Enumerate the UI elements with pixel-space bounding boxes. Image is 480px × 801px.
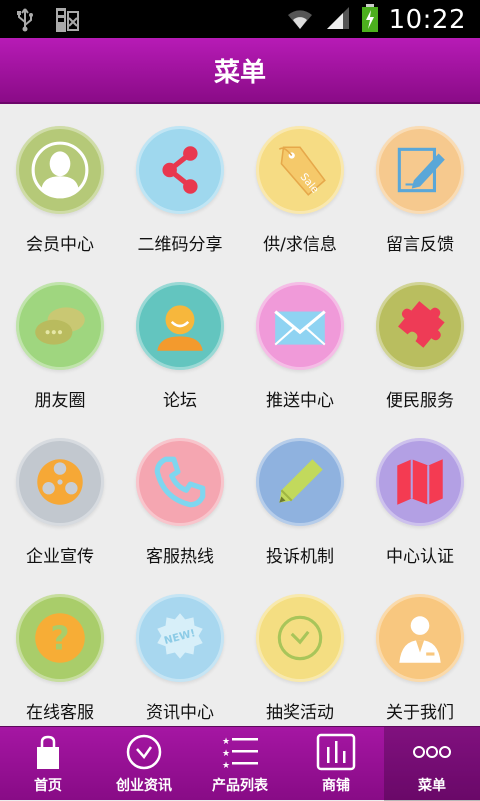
menu-item-supply-demand[interactable]: Sale 供/求信息 [240, 104, 360, 260]
menu-label: 投诉机制 [266, 547, 334, 567]
more-dots-icon [413, 746, 451, 758]
menu-item-convenience-service[interactable]: 便民服务 [360, 260, 480, 416]
menu-icon-circle [256, 282, 344, 370]
title-bar: 菜单 [0, 38, 480, 104]
bottom-tab-bar: 首页 创业资讯 ★ ★ ★ 产品列表 商铺 菜单 [0, 726, 480, 801]
shopping-bag-icon [37, 735, 59, 769]
chat-bubbles-icon [35, 307, 85, 345]
menu-label: 朋友圈 [34, 391, 86, 411]
help-icon: ? [35, 613, 85, 663]
menu-label: 论坛 [163, 391, 197, 411]
menu-icon-circle [16, 126, 104, 214]
svg-text:★: ★ [222, 737, 230, 747]
tab-label: 菜单 [418, 778, 446, 794]
menu-label: 推送中心 [266, 391, 334, 411]
status-bar: 10:22 [0, 0, 480, 38]
menu-label: 供/求信息 [263, 235, 337, 255]
puzzle-icon [398, 301, 445, 348]
envelope-icon [274, 310, 326, 346]
tab-product-list[interactable]: ★ ★ ★ 产品列表 [192, 727, 288, 801]
menu-label: 客服热线 [146, 547, 214, 567]
menu-item-news-center[interactable]: NEW! 资讯中心 [120, 572, 240, 728]
edit-note-icon [397, 147, 445, 193]
user-icon [31, 141, 89, 199]
menu-item-member-center[interactable]: 会员中心 [0, 104, 120, 260]
menu-icon-circle [256, 438, 344, 526]
svg-text:?: ? [50, 618, 69, 657]
menu-item-complaint[interactable]: 投诉机制 [240, 416, 360, 572]
tab-label: 首页 [34, 778, 62, 794]
menu-label: 关于我们 [386, 703, 454, 723]
menu-item-certification[interactable]: 中心认证 [360, 416, 480, 572]
menu-label: 企业宣传 [26, 547, 94, 567]
page-title: 菜单 [213, 57, 266, 88]
menu-item-push-center[interactable]: 推送中心 [240, 260, 360, 416]
menu-icon-circle: ? [16, 594, 104, 682]
menu-grid: 会员中心 二维码分享 Sale 供/求信息 留言反馈 朋友圈 论坛 推送中心 便… [0, 104, 480, 726]
menu-label: 留言反馈 [386, 235, 454, 255]
tab-label: 创业资讯 [116, 778, 172, 794]
tab-shop[interactable]: 商铺 [288, 727, 384, 801]
menu-label: 中心认证 [386, 547, 454, 567]
menu-item-service-hotline[interactable]: 客服热线 [120, 416, 240, 572]
tab-label: 商铺 [322, 778, 350, 794]
usb-icon [14, 7, 36, 37]
battery-icon [361, 3, 379, 37]
menu-icon-circle [376, 282, 464, 370]
tab-home[interactable]: 首页 [0, 727, 96, 801]
menu-item-moments[interactable]: 朋友圈 [0, 260, 120, 416]
menu-item-online-service[interactable]: ? 在线客服 [0, 572, 120, 728]
input-method-icon [54, 6, 80, 38]
menu-icon-circle [376, 594, 464, 682]
menu-item-company-promo[interactable]: 企业宣传 [0, 416, 120, 572]
share-icon [162, 146, 198, 194]
svg-text:★: ★ [222, 749, 230, 759]
phone-icon [154, 456, 206, 508]
sale-tag-icon: Sale [278, 146, 326, 196]
menu-icon-circle [376, 126, 464, 214]
menu-label: 便民服务 [386, 391, 454, 411]
person-chat-icon [157, 305, 203, 351]
businessman-icon [399, 616, 441, 663]
menu-item-qr-share[interactable]: 二维码分享 [120, 104, 240, 260]
bar-chart-icon [316, 733, 356, 771]
tab-label: 产品列表 [212, 778, 268, 794]
menu-icon-circle: Sale [256, 126, 344, 214]
menu-icon-circle [16, 282, 104, 370]
menu-label: 会员中心 [26, 235, 94, 255]
menu-label: 资讯中心 [146, 703, 214, 723]
menu-icon-circle [136, 282, 224, 370]
clock-text: 10:22 [388, 5, 466, 35]
menu-icon-circle [256, 594, 344, 682]
list-icon: ★ ★ ★ [222, 737, 258, 771]
clock-icon [277, 615, 323, 661]
wifi-icon [285, 5, 315, 35]
menu-item-about-us[interactable]: 关于我们 [360, 572, 480, 728]
tab-startup-news[interactable]: 创业资讯 [96, 727, 192, 801]
menu-icon-circle [136, 126, 224, 214]
menu-label: 二维码分享 [137, 235, 223, 255]
menu-item-feedback[interactable]: 留言反馈 [360, 104, 480, 260]
menu-icon-circle [136, 438, 224, 526]
news-badge-icon: NEW! [157, 613, 203, 659]
film-reel-icon [37, 459, 83, 505]
map-icon [397, 459, 443, 505]
clock-icon [126, 734, 162, 770]
pencil-icon [279, 459, 323, 503]
signal-icon [325, 5, 351, 35]
menu-icon-circle: NEW! [136, 594, 224, 682]
tab-menu[interactable]: 菜单 [384, 727, 480, 801]
menu-item-lottery[interactable]: 抽奖活动 [240, 572, 360, 728]
menu-icon-circle [16, 438, 104, 526]
menu-label: 抽奖活动 [266, 703, 334, 723]
menu-label: 在线客服 [26, 703, 94, 723]
menu-item-forum[interactable]: 论坛 [120, 260, 240, 416]
menu-icon-circle [376, 438, 464, 526]
svg-text:★: ★ [222, 761, 230, 771]
